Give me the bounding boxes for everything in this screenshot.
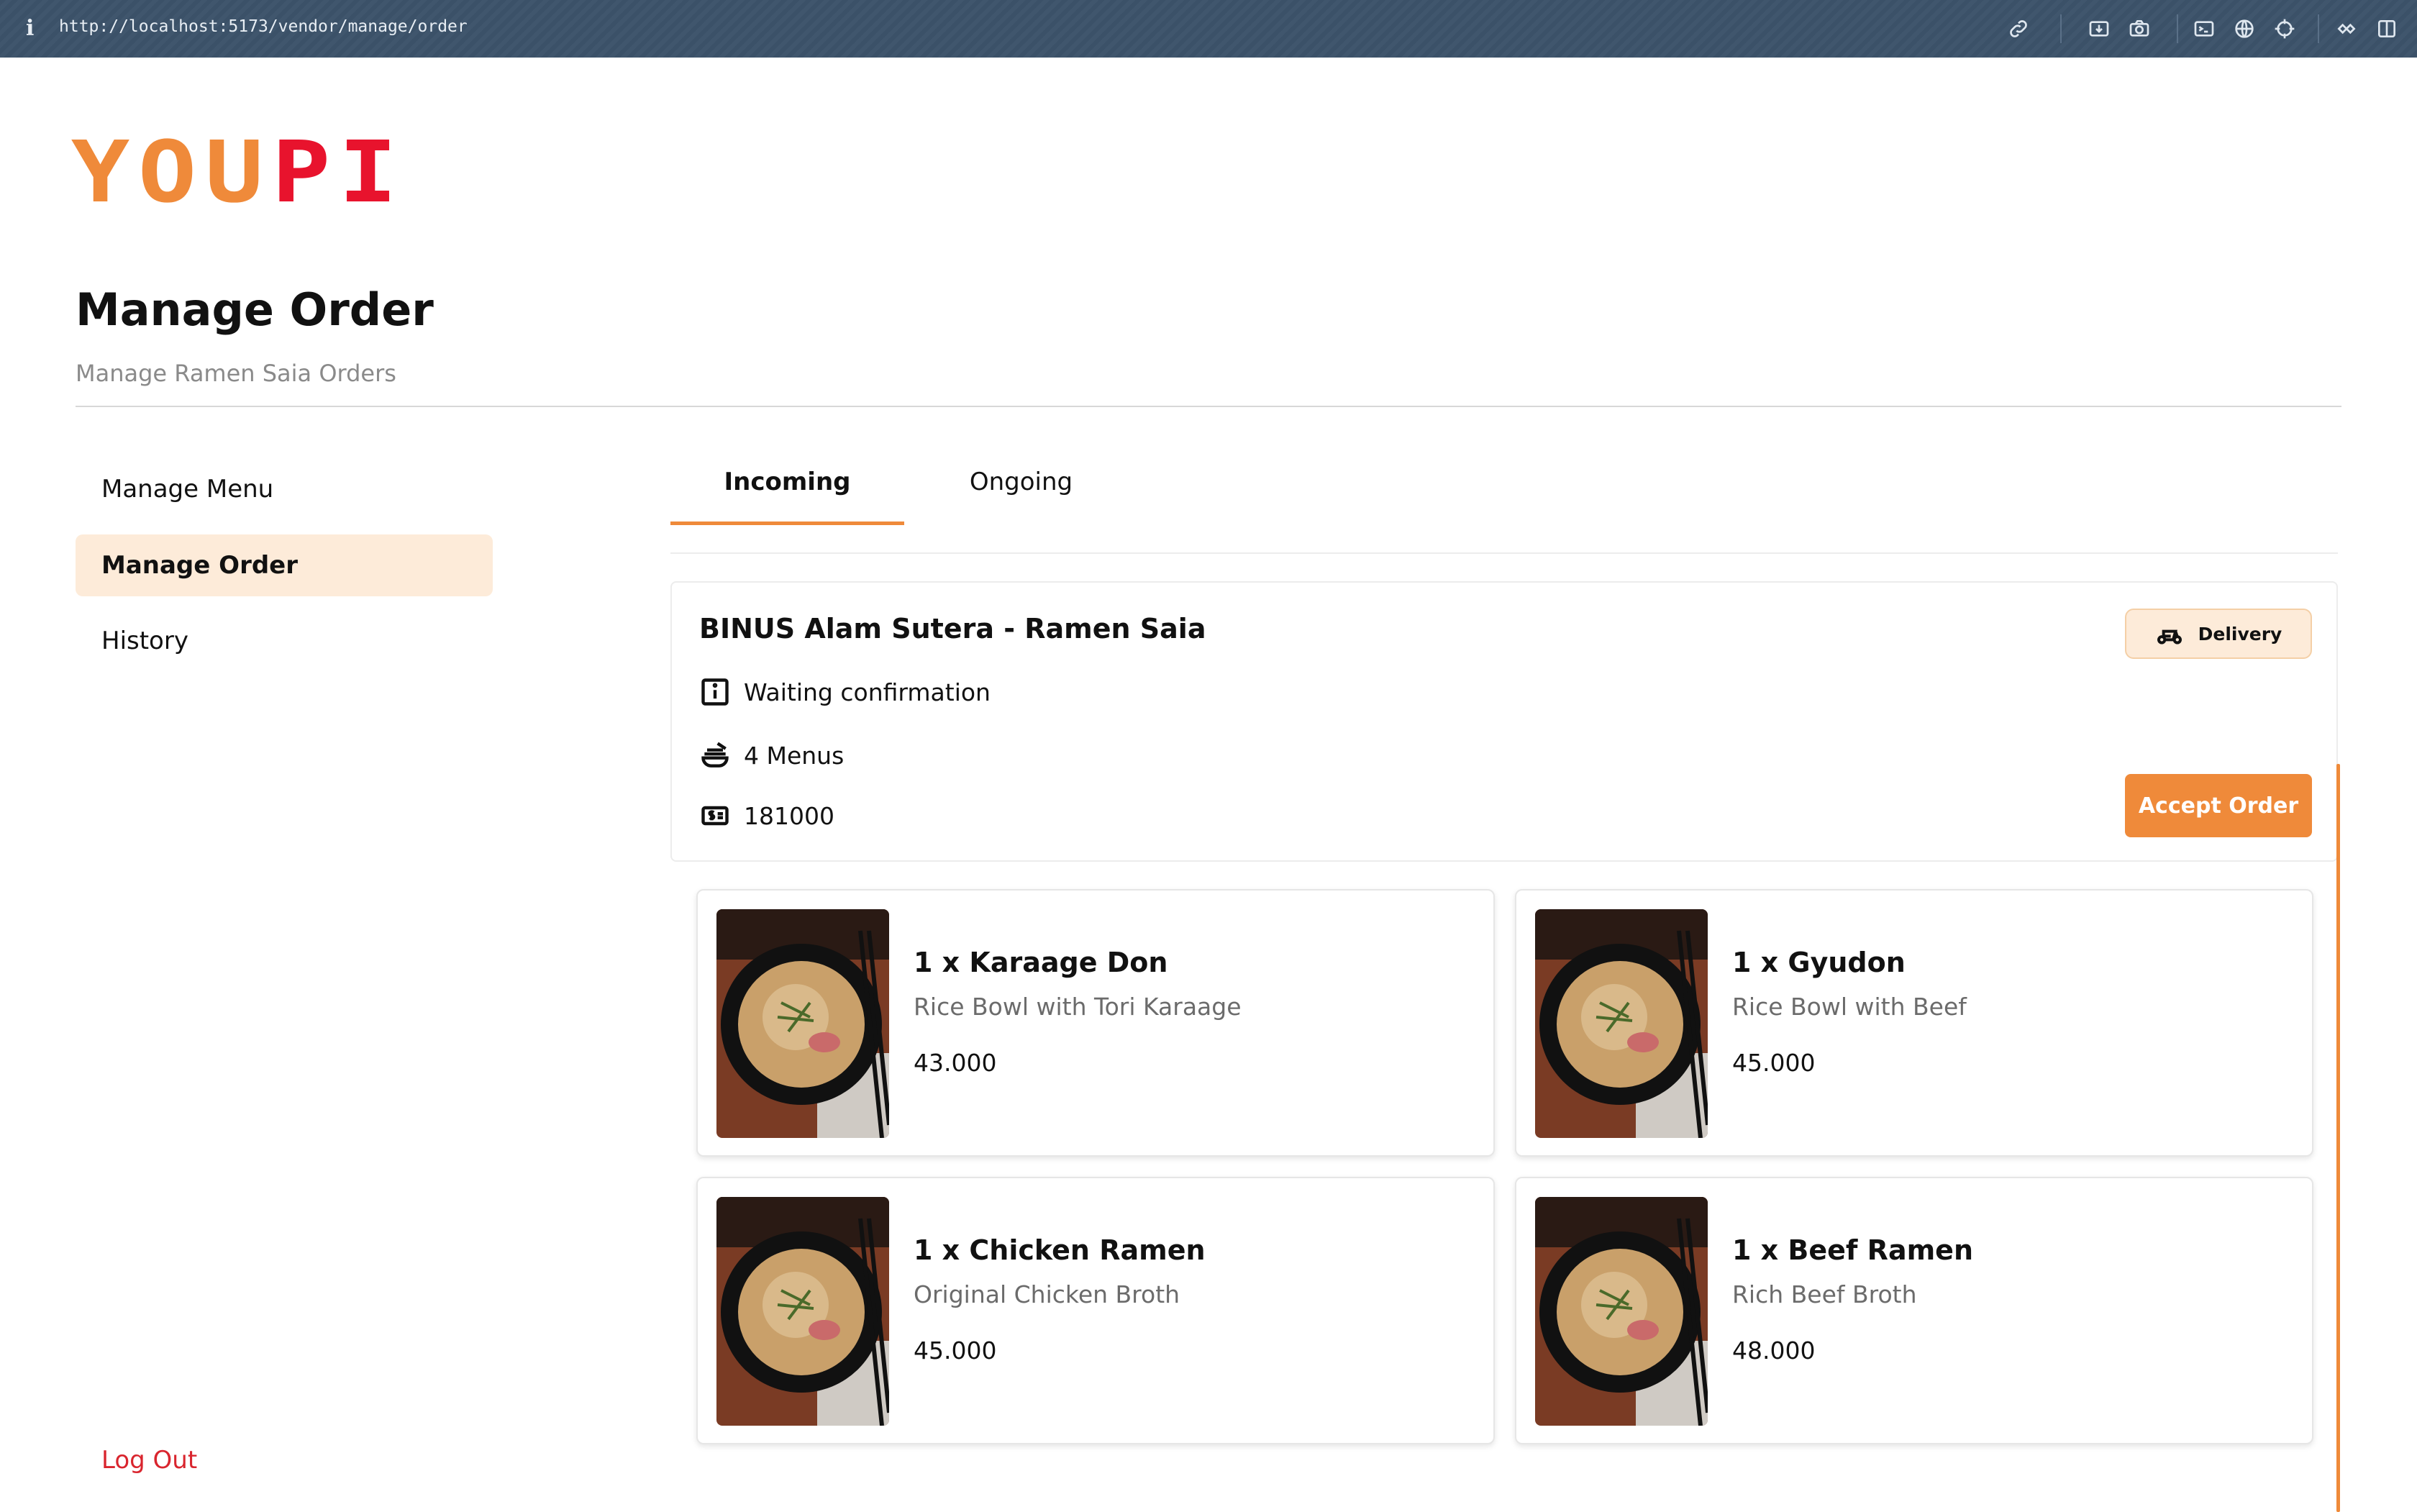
logo-letter: O [137,122,197,222]
order-item-name: 1 x Karaage Don [914,947,1168,978]
scooter-icon [2157,629,2182,645]
screenshot-area-icon[interactable] [2086,16,2112,42]
logout-link[interactable]: Log Out [101,1446,197,1475]
sidebar-toggle-icon[interactable] [2374,16,2400,42]
site-info-icon[interactable]: i [26,16,34,41]
order-item-card: 1 x Chicken Ramen Original Chicken Broth… [696,1177,1495,1444]
toolbar-divider [2060,14,2062,43]
order-item-price: 45.000 [914,1336,997,1365]
order-item-description: Rice Bowl with Beef [1732,993,1967,1021]
logo-letter: I [338,122,398,222]
order-item-name: 1 x Gyudon [1732,947,1906,978]
order-total: 181000 [744,801,834,830]
delivery-label: Delivery [2198,623,2282,645]
food-bowl-icon [701,742,729,768]
tab-ongoing[interactable]: Ongoing [904,468,1138,525]
sidebar-item-manage-order[interactable]: Manage Order [76,534,493,596]
sidebar-item-manage-menu[interactable]: Manage Menu [76,458,493,520]
tab-panel-top-border [670,552,2338,554]
ramen-photo [716,909,889,1138]
accept-order-button[interactable]: Accept Order [2125,774,2312,837]
extensions-icon[interactable] [2334,16,2359,42]
order-status-text: Waiting confirmation [744,678,991,706]
ramen-bowl-image [716,1197,889,1426]
order-store-name: BINUS Alam Sutera - Ramen Saia [699,613,1206,645]
order-item-name: 1 x Chicken Ramen [914,1234,1206,1266]
sidebar-item-label: History [101,627,188,655]
logo-letter: P [271,122,331,222]
youpi-logo[interactable]: Y O U P I [71,122,398,222]
page-subtitle: Manage Ramen Saia Orders [76,360,396,387]
ramen-photo [716,1197,889,1426]
scrollbar-indicator[interactable] [2336,764,2340,1512]
sidebar-item-label: Manage Order [101,551,298,580]
crosshair-icon[interactable] [2272,16,2298,42]
order-total-row: 181000 [699,800,834,832]
ramen-bowl-image [1535,909,1708,1138]
order-item-name: 1 x Beef Ramen [1732,1234,1974,1266]
header-divider [76,406,2341,407]
order-item-price: 43.000 [914,1049,997,1077]
tab-incoming[interactable]: Incoming [670,468,904,525]
ramen-bowl-image [716,909,889,1138]
address-bar[interactable]: http://localhost:5173/vendor/manage/orde… [59,17,468,36]
sidebar-item-label: Manage Menu [101,475,274,504]
logo-letter: Y [70,122,130,222]
order-status-row: Waiting confirmation [699,676,991,708]
camera-icon[interactable] [2126,16,2152,42]
order-item-card: 1 x Gyudon Rice Bowl with Beef 45.000 [1515,889,2313,1157]
order-item-card: 1 x Karaage Don Rice Bowl with Tori Kara… [696,889,1495,1157]
order-item-card: 1 x Beef Ramen Rich Beef Broth 48.000 [1515,1177,2313,1444]
order-item-price: 45.000 [1732,1049,1816,1077]
page-title: Manage Order [76,283,434,336]
delivery-button[interactable]: Delivery [2125,609,2312,659]
tab-label: Incoming [724,468,851,496]
order-item-price: 48.000 [1732,1336,1816,1365]
ramen-photo [1535,1197,1708,1426]
money-icon [701,806,729,826]
toolbar-divider [2177,14,2178,43]
order-item-description: Rice Bowl with Tori Karaage [914,993,1242,1021]
order-card: BINUS Alam Sutera - Ramen Saia Waiting c… [670,581,2338,862]
tab-label: Ongoing [969,468,1073,496]
browser-toolbar: i http://localhost:5173/vendor/manage/or… [0,0,2417,58]
globe-icon[interactable] [2231,16,2257,42]
terminal-icon[interactable] [2191,16,2217,42]
ramen-photo [1535,909,1708,1138]
order-menus-row: 4 Menus [699,739,844,771]
order-item-description: Rich Beef Broth [1732,1280,1917,1308]
link-icon[interactable] [2006,16,2031,42]
toolbar-divider [2318,14,2319,43]
logo-letter: U [204,122,264,222]
sidebar-item-history[interactable]: History [76,610,493,672]
order-menus-count: 4 Menus [744,741,845,770]
order-item-description: Original Chicken Broth [914,1280,1180,1308]
info-box-icon [701,678,729,706]
ramen-bowl-image [1535,1197,1708,1426]
